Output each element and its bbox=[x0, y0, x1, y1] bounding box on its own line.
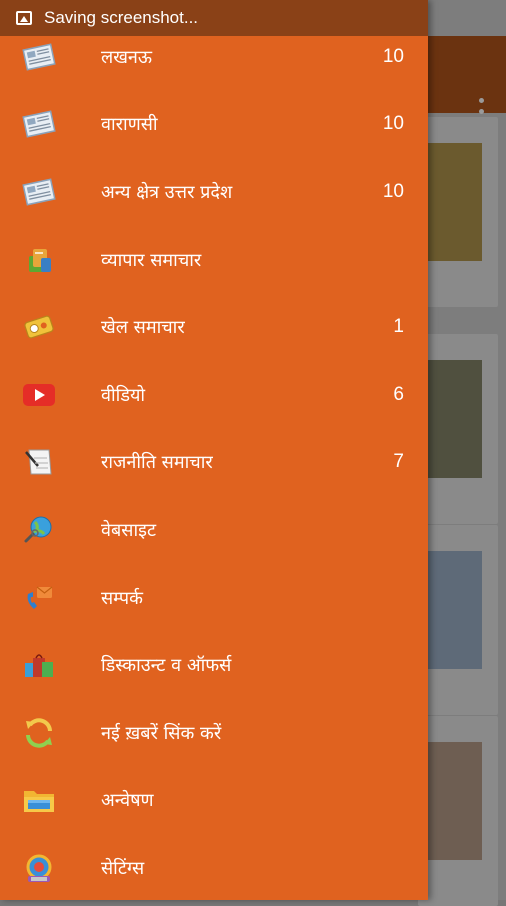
settings-icon bbox=[22, 851, 56, 885]
menu-item-count: 1 bbox=[393, 316, 404, 338]
status-bar: Saving screenshot... bbox=[0, 0, 428, 36]
menu-item-settings[interactable]: सेटिंग्स bbox=[0, 834, 428, 900]
menu-item-explore[interactable]: अन्वेषण bbox=[0, 767, 428, 835]
menu-item-website[interactable]: वेबसाइट bbox=[0, 496, 428, 564]
newspaper-icon bbox=[22, 40, 56, 74]
menu-item-count: 10 bbox=[382, 113, 404, 135]
news-card[interactable] bbox=[418, 117, 498, 307]
menu-item-label: राजनीति समाचार bbox=[101, 452, 213, 474]
youtube-icon bbox=[22, 378, 56, 412]
status-bar-text: Saving screenshot... bbox=[44, 8, 199, 27]
menu-item-label: नई ख़बरें सिंक करें bbox=[101, 722, 222, 744]
drawer-menu: लखनऊ 10 वाराणसी 10 अन्य क्षेत्र उत्तर प्… bbox=[0, 23, 428, 900]
menu-item-label: डिस्काउन्ट व ऑफर्स bbox=[101, 655, 232, 677]
folder-search-icon bbox=[22, 783, 56, 817]
menu-item-other-up[interactable]: अन्य क्षेत्र उत्तर प्रदेश 10 bbox=[0, 158, 428, 226]
globe-search-icon bbox=[22, 513, 56, 547]
menu-item-label: लखनऊ bbox=[101, 46, 153, 68]
menu-item-label: वेबसाइट bbox=[101, 519, 157, 541]
menu-item-count: 10 bbox=[382, 45, 404, 67]
menu-item-discounts[interactable]: डिस्काउन्ट व ऑफर्स bbox=[0, 631, 428, 699]
menu-item-politics[interactable]: राजनीति समाचार 7 bbox=[0, 429, 428, 497]
menu-item-label: वाराणसी bbox=[101, 114, 158, 136]
news-card[interactable] bbox=[418, 525, 498, 715]
news-thumbnail bbox=[428, 360, 482, 478]
menu-item-label: अन्वेषण bbox=[101, 790, 154, 812]
news-card[interactable] bbox=[418, 334, 498, 524]
shopping-bags-icon bbox=[22, 648, 56, 682]
menu-item-sync[interactable]: नई ख़बरें सिंक करें bbox=[0, 699, 428, 767]
menu-item-video[interactable]: वीडियो 6 bbox=[0, 361, 428, 429]
navigation-drawer: लखनऊ 10 वाराणसी 10 अन्य क्षेत्र उत्तर प्… bbox=[0, 0, 428, 900]
menu-item-label: अन्य क्षेत्र उत्तर प्रदेश bbox=[101, 181, 233, 203]
menu-item-count: 10 bbox=[382, 180, 404, 202]
menu-item-count: 6 bbox=[393, 383, 404, 405]
politics-icon bbox=[22, 445, 56, 479]
news-thumbnail bbox=[428, 551, 482, 669]
image-icon bbox=[16, 11, 32, 25]
menu-item-contact[interactable]: सम्पर्क bbox=[0, 564, 428, 632]
menu-item-business[interactable]: व्यापार समाचार bbox=[0, 226, 428, 294]
menu-item-sports[interactable]: खेल समाचार 1 bbox=[0, 293, 428, 361]
menu-item-label: वीडियो bbox=[101, 384, 146, 406]
menu-item-label: सम्पर्क bbox=[101, 587, 143, 609]
news-thumbnail bbox=[428, 143, 482, 261]
menu-item-varanasi[interactable]: वाराणसी 10 bbox=[0, 91, 428, 159]
sync-icon bbox=[22, 716, 56, 750]
menu-item-label: व्यापार समाचार bbox=[101, 249, 202, 271]
newspaper-icon bbox=[22, 175, 56, 209]
news-card[interactable] bbox=[418, 716, 498, 906]
menu-item-label: सेटिंग्स bbox=[101, 857, 145, 879]
sports-icon bbox=[22, 310, 56, 344]
menu-item-label: खेल समाचार bbox=[101, 317, 185, 339]
newspaper-icon bbox=[22, 107, 56, 141]
contact-icon bbox=[22, 581, 56, 615]
news-thumbnail bbox=[428, 742, 482, 860]
menu-item-count: 7 bbox=[393, 451, 404, 473]
business-icon bbox=[22, 243, 56, 277]
